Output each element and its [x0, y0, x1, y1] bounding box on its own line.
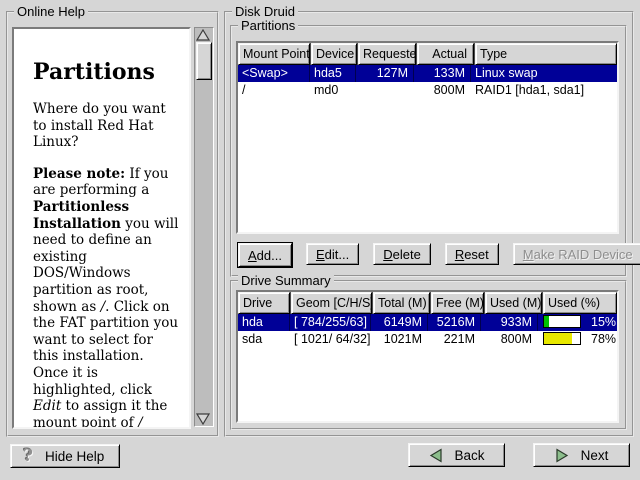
cell-device: md0 — [310, 82, 356, 99]
usage-bar — [543, 332, 581, 345]
column-header-free-m-[interactable]: Free (M) — [431, 292, 484, 314]
partitions-table-header: Mount PointDeviceRequestedActualType — [238, 43, 617, 65]
cell-type: RAID1 [hda1, sda1] — [471, 82, 617, 99]
drive-row[interactable]: hda[ 784/255/63]6149M5216M933M 15% — [238, 314, 617, 331]
add--button[interactable]: Add... — [238, 243, 292, 267]
cell-actual: 800M — [414, 82, 471, 99]
make-raid-device-button[interactable]: Make RAID Device — [513, 243, 640, 265]
cell-requested — [356, 82, 414, 99]
delete-button[interactable]: Delete — [373, 243, 431, 265]
help-text-viewport: Partitions Where do you want to install … — [12, 27, 191, 429]
help-scrollbar[interactable] — [194, 27, 214, 427]
column-header-used-[interactable]: Used (%) — [543, 292, 617, 314]
column-header-total-m-[interactable]: Total (M) — [373, 292, 430, 314]
column-header-requested[interactable]: Requested — [358, 43, 416, 65]
drive-summary-table-body: hda[ 784/255/63]6149M5216M933M 15% sda[ 10… — [238, 314, 617, 421]
help-text-segment: Please note: — [33, 166, 125, 182]
usage-bar — [543, 315, 581, 328]
help-paragraph: Where do you want to install Red Hat Lin… — [33, 101, 181, 151]
help-text-segment: Partitionless Installation — [33, 199, 129, 232]
drive-summary-frame-label: Drive Summary — [238, 273, 334, 288]
cell-drive: hda — [238, 314, 290, 331]
partitions-table-body: <Swap>hda5127M133MLinux swap/md0800MRAID… — [238, 65, 617, 232]
cell-geometry: [ 1021/ 64/32] — [290, 331, 371, 348]
help-content: Partitions Where do you want to install … — [14, 29, 189, 429]
help-text-segment: / — [138, 415, 143, 429]
reset-button[interactable]: Reset — [445, 243, 499, 265]
help-text-segment: Edit — [33, 398, 61, 414]
partition-buttons: Add... Edit... Delete Reset Make RAID Device — [238, 243, 640, 267]
cell-mount-point: <Swap> — [238, 65, 310, 82]
scrollbar-thumb[interactable] — [196, 42, 212, 80]
drive-summary-table-header: DriveGeom [C/H/S]Total (M)Free (M)Used (… — [238, 292, 617, 314]
cell-free: 5216M — [428, 314, 481, 331]
partition-row[interactable]: /md0 800MRAID1 [hda1, sda1] — [238, 82, 617, 99]
back-label: Back — [454, 448, 484, 463]
cell-drive: sda — [238, 331, 290, 348]
drive-row[interactable]: sda[ 1021/ 64/32]1021M221M800M 78% — [238, 331, 617, 348]
question-mark-icon: ? — [23, 448, 33, 465]
back-button[interactable]: Back — [408, 443, 505, 467]
cell-device: hda5 — [310, 65, 356, 82]
usage-bar-fill — [544, 333, 572, 344]
partitions-frame-label: Partitions — [238, 18, 298, 33]
column-header-actual[interactable]: Actual — [417, 43, 474, 65]
online-help-frame-label: Online Help — [14, 4, 88, 19]
cell-used-m: 800M — [481, 331, 538, 348]
arrow-left-icon — [428, 448, 443, 463]
hide-help-label: Hide Help — [45, 449, 104, 464]
partition-row[interactable]: <Swap>hda5127M133MLinux swap — [238, 65, 617, 82]
used-percent-label: 15% — [591, 315, 616, 329]
cell-used-m: 933M — [481, 314, 538, 331]
usage-bar-fill — [544, 316, 549, 327]
column-header-mount-point[interactable]: Mount Point — [238, 43, 310, 65]
partitions-frame: Partitions Mount PointDeviceRequestedAct… — [230, 25, 627, 277]
cell-type: Linux swap — [471, 65, 617, 82]
disk-druid-frame: Disk Druid Partitions Mount PointDeviceR… — [224, 11, 634, 437]
next-button[interactable]: Next — [533, 443, 630, 467]
help-paragraphs: Where do you want to install Red Hat Lin… — [33, 101, 181, 429]
scroll-down-icon[interactable] — [196, 413, 210, 425]
drive-summary-frame: Drive Summary DriveGeom [C/H/S]Total (M)… — [230, 280, 627, 430]
partitions-table: Mount PointDeviceRequestedActualType <Sw… — [236, 41, 619, 234]
help-paragraph: Please note: If you are performing a Par… — [33, 166, 181, 429]
column-header-used-m-[interactable]: Used (M) — [485, 292, 542, 314]
cell-total: 1021M — [371, 331, 428, 348]
next-label: Next — [581, 448, 609, 463]
edit--button[interactable]: Edit... — [306, 243, 359, 265]
column-header-drive[interactable]: Drive — [238, 292, 290, 314]
column-header-type[interactable]: Type — [475, 43, 617, 65]
hide-help-button[interactable]: ? Hide Help — [10, 444, 120, 468]
help-text-segment: Where do you want to install Red Hat Lin… — [33, 101, 166, 150]
cell-geometry: [ 784/255/63] — [290, 314, 371, 331]
online-help-frame: Online Help Partitions Where do you want… — [6, 11, 219, 437]
drive-summary-table: DriveGeom [C/H/S]Total (M)Free (M)Used (… — [236, 290, 619, 423]
used-percent-label: 78% — [591, 332, 616, 346]
column-header-geom-c-h-s-[interactable]: Geom [C/H/S] — [291, 292, 372, 314]
arrow-right-icon — [555, 448, 570, 463]
cell-requested: 127M — [356, 65, 414, 82]
scroll-up-icon[interactable] — [196, 29, 210, 41]
cell-total: 6149M — [371, 314, 428, 331]
help-title: Partitions — [33, 59, 181, 85]
installer-screen: { "colors": { "background": "#d6d6d6", "… — [0, 0, 640, 480]
column-header-device[interactable]: Device — [311, 43, 357, 65]
cell-used-pct: 78% — [538, 331, 617, 348]
cell-mount-point: / — [238, 82, 310, 99]
cell-used-pct: 15% — [538, 314, 617, 331]
disk-druid-frame-label: Disk Druid — [232, 4, 298, 19]
cell-actual: 133M — [414, 65, 471, 82]
cell-free: 221M — [428, 331, 481, 348]
